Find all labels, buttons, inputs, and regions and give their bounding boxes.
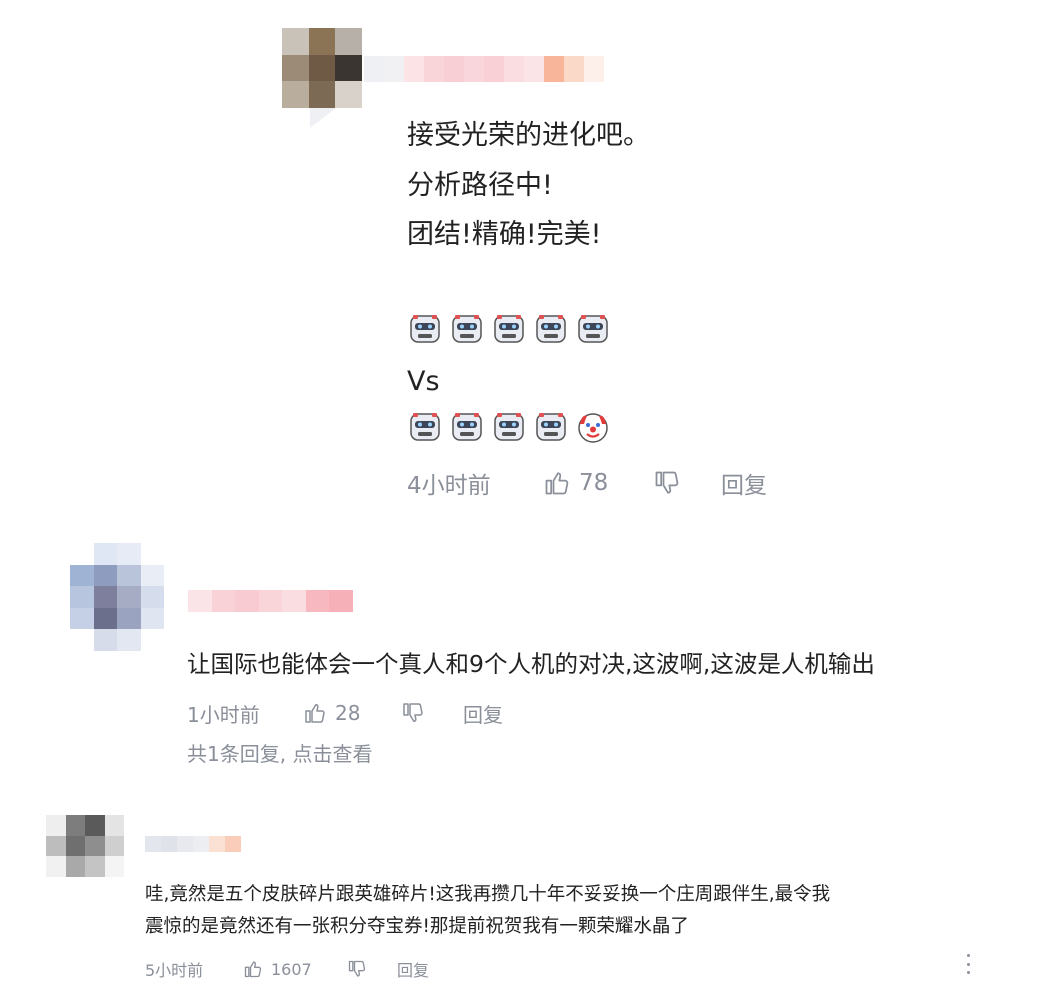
robot-face-icon — [536, 413, 566, 441]
like-button[interactable]: 28 — [303, 701, 401, 725]
robot-face-icon — [494, 315, 524, 343]
comment-text-line: 团结!精确!完美! — [407, 219, 602, 250]
thumbs-down-icon — [653, 469, 681, 497]
comment-text-line: 震惊的是竟然还有一张积分夺宝券!那提前祝贺我有一颗荣耀水晶了 — [145, 916, 689, 937]
username-blurred[interactable] — [188, 590, 353, 612]
comment-time: 1小时前 — [187, 702, 260, 727]
reply-button[interactable]: 回复 — [397, 957, 429, 981]
username-blurred[interactable] — [145, 836, 241, 852]
thumbs-up-icon — [543, 469, 571, 497]
thumbs-down-icon — [347, 959, 367, 979]
comment-text-line: 哇,竟然是五个皮肤碎片跟英雄碎片!这我再攒几十年不妥妥换一个庄周跟伴生,最令我 — [145, 884, 831, 905]
robot-face-icon — [578, 315, 608, 343]
thumbs-up-icon — [243, 959, 263, 979]
robot-face-icon — [410, 413, 440, 441]
emoji-row — [408, 410, 610, 444]
like-count: 28 — [335, 701, 361, 725]
robot-face-icon — [410, 315, 440, 343]
avatar-shadow — [310, 108, 336, 128]
robot-face-icon — [494, 413, 524, 441]
dislike-button[interactable] — [401, 701, 463, 725]
more-options-icon[interactable] — [963, 954, 973, 974]
like-count: 1607 — [271, 959, 312, 979]
comment-text-line: 接受光荣的进化吧。 — [407, 120, 650, 151]
avatar[interactable] — [46, 815, 124, 877]
view-replies-link[interactable]: 共1条回复, 点击查看 — [187, 740, 372, 768]
comment-meta: 5小时前 1607 回复 — [145, 956, 429, 982]
like-count: 78 — [579, 470, 609, 496]
thumbs-up-icon — [303, 701, 327, 725]
emoji-row — [408, 312, 610, 346]
comment-text: 让国际也能体会一个真人和9个人机的对决,这波啊,这波是人机输出 — [187, 650, 875, 678]
comment-meta: 1小时前 28 回复 — [187, 698, 503, 728]
like-button[interactable]: 1607 — [243, 959, 347, 979]
robot-face-icon — [452, 315, 482, 343]
avatar[interactable] — [70, 543, 164, 651]
comment-time: 4小时前 — [407, 473, 491, 499]
robot-face-icon — [536, 315, 566, 343]
like-button[interactable]: 78 — [543, 469, 653, 497]
vs-text: Vs — [407, 366, 440, 397]
comment-meta: 4小时前 78 回复 — [407, 466, 767, 500]
clown-face-icon — [578, 413, 608, 443]
thumbs-down-icon — [401, 701, 425, 725]
comment-text-line: 分析路径中! — [407, 170, 553, 201]
dislike-button[interactable] — [653, 469, 721, 497]
reply-button[interactable]: 回复 — [721, 466, 767, 500]
comment-time: 5小时前 — [145, 961, 204, 980]
username-blurred[interactable] — [364, 56, 604, 82]
avatar[interactable] — [282, 28, 362, 108]
dislike-button[interactable] — [347, 959, 397, 979]
reply-button[interactable]: 回复 — [463, 699, 503, 728]
robot-face-icon — [452, 413, 482, 441]
